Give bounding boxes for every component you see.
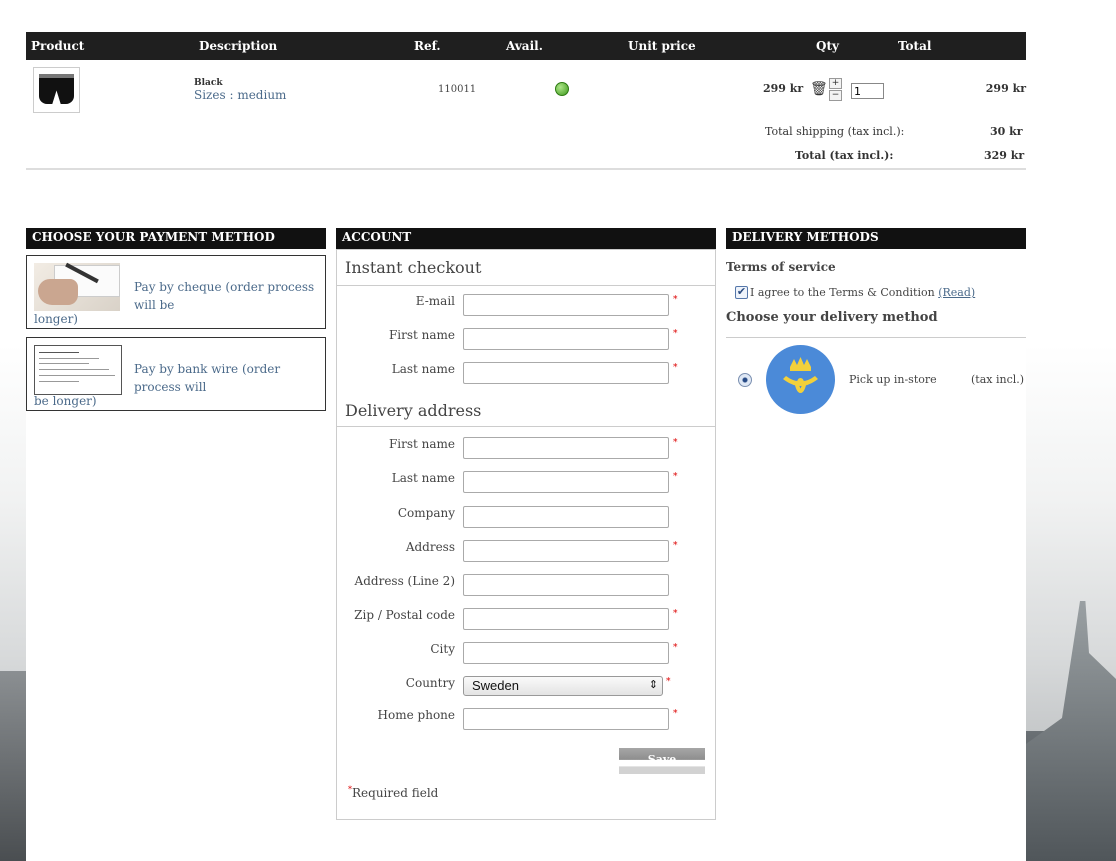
col-product: Product <box>31 39 85 53</box>
quantity-input[interactable] <box>851 83 884 99</box>
agree-text: I agree to the Terms & Condition <box>750 286 935 299</box>
required-mark: * <box>673 295 678 305</box>
pickup-radio[interactable] <box>738 373 752 387</box>
required-mark: * <box>673 472 678 482</box>
agree-checkbox[interactable]: ✔ <box>735 286 748 299</box>
pay-by-cheque-option[interactable]: Pay by cheque (order process will be lon… <box>26 255 326 329</box>
cart-table-header: Product Description Ref. Avail. Unit pri… <box>26 32 1026 60</box>
d-lastname-label: Last name <box>391 471 455 485</box>
product-ref: 110011 <box>438 84 477 95</box>
lastname-label: Last name <box>391 362 455 376</box>
availability-icon <box>555 82 569 96</box>
posten-logo-icon <box>766 345 835 414</box>
delivery-firstname-field[interactable] <box>463 437 669 459</box>
col-description: Description <box>199 39 278 53</box>
address2-label: Address (Line 2) <box>354 574 455 588</box>
required-mark: * <box>673 609 678 619</box>
product-name[interactable]: Black <box>194 78 223 88</box>
total-label: Total (tax incl.): <box>795 149 894 162</box>
divider <box>726 337 1026 338</box>
product-attributes: Sizes : medium <box>194 88 287 102</box>
payment-header: CHOOSE YOUR PAYMENT METHOD <box>26 228 326 249</box>
country-select[interactable]: Sweden ⇕ <box>463 676 663 696</box>
bankwire-image <box>34 345 122 395</box>
zip-field[interactable] <box>463 608 669 630</box>
qty-decrease-button[interactable]: − <box>829 90 842 101</box>
select-arrows-icon: ⇕ <box>648 679 658 691</box>
email-field[interactable] <box>463 294 669 316</box>
city-label: City <box>430 642 455 656</box>
required-mark: * <box>673 329 678 339</box>
required-mark: * <box>666 677 671 687</box>
divider <box>26 168 1026 170</box>
required-mark: * <box>673 541 678 551</box>
cheque-label: Pay by cheque (order process will be <box>134 280 315 312</box>
company-label: Company <box>397 506 455 520</box>
zip-label: Zip / Postal code <box>354 608 455 622</box>
agree-label: I agree to the Terms & Condition (Read) <box>750 286 975 299</box>
read-terms-link[interactable]: (Read) <box>938 286 975 299</box>
required-mark: * <box>673 363 678 373</box>
delete-icon[interactable]: 🗑 <box>810 81 828 97</box>
shipping-value: 30 kr <box>990 125 1023 138</box>
product-thumbnail[interactable] <box>33 67 80 113</box>
col-total: Total <box>898 39 932 53</box>
company-field[interactable] <box>463 506 669 528</box>
firstname-label: First name <box>388 328 455 342</box>
row-total: 299 kr <box>985 82 1026 95</box>
required-mark: * <box>673 643 678 653</box>
address-label: Address <box>405 540 455 554</box>
background-skyline-left <box>0 671 26 861</box>
email-label: E-mail <box>415 294 455 308</box>
unit-price: 299 kr <box>763 82 804 95</box>
country-label: Country <box>405 676 455 690</box>
tax-incl-label: (tax incl.) <box>971 373 1025 386</box>
quantity-stepper: + − <box>829 78 842 102</box>
delivery-address-title: Delivery address <box>345 401 482 420</box>
delivery-header: DELIVERY METHODS <box>726 228 1026 249</box>
shipping-label: Total shipping (tax incl.): <box>765 125 905 138</box>
divider <box>337 426 715 427</box>
phone-label: Home phone <box>377 708 455 722</box>
product-image-band <box>39 74 74 78</box>
col-ref: Ref. <box>414 39 441 53</box>
delivery-method-title: Choose your delivery method <box>726 310 938 325</box>
d-firstname-label: First name <box>388 437 455 451</box>
qty-increase-button[interactable]: + <box>829 78 842 89</box>
instant-checkout-title: Instant checkout <box>345 258 482 277</box>
required-field-note: *Required field <box>348 785 438 800</box>
pay-by-bankwire-option[interactable]: Pay by bank wire (order process will be … <box>26 337 326 411</box>
tos-title: Terms of service <box>726 260 836 274</box>
bankwire-label: Pay by bank wire (order process will <box>134 362 281 394</box>
lastname-field[interactable] <box>463 362 669 384</box>
required-mark: * <box>673 709 678 719</box>
cheque-image <box>34 262 120 311</box>
city-field[interactable] <box>463 642 669 664</box>
account-form: Instant checkout E-mail * First name * L… <box>336 249 716 820</box>
country-value: Sweden <box>472 678 519 693</box>
divider <box>337 285 715 286</box>
col-qty: Qty <box>816 39 839 53</box>
account-header: ACCOUNT <box>336 228 716 249</box>
required-mark: * <box>673 438 678 448</box>
delivery-lastname-field[interactable] <box>463 471 669 493</box>
product-image <box>39 74 74 104</box>
table-row: Black Sizes : medium 110011 299 kr 🗑 + −… <box>26 60 1026 120</box>
total-value: 329 kr <box>984 149 1025 162</box>
pickup-label: Pick up in-store <box>849 373 937 386</box>
cheque-label-cont: longer) <box>34 312 78 326</box>
col-unit-price: Unit price <box>628 39 696 53</box>
bankwire-label-cont: be longer) <box>34 394 97 408</box>
save-button[interactable]: Save <box>619 748 705 774</box>
col-avail: Avail. <box>506 39 543 53</box>
address-field[interactable] <box>463 540 669 562</box>
phone-field[interactable] <box>463 708 669 730</box>
address2-field[interactable] <box>463 574 669 596</box>
required-note-text: Required field <box>352 786 439 800</box>
checkout-page: Product Description Ref. Avail. Unit pri… <box>26 0 1026 861</box>
firstname-field[interactable] <box>463 328 669 350</box>
